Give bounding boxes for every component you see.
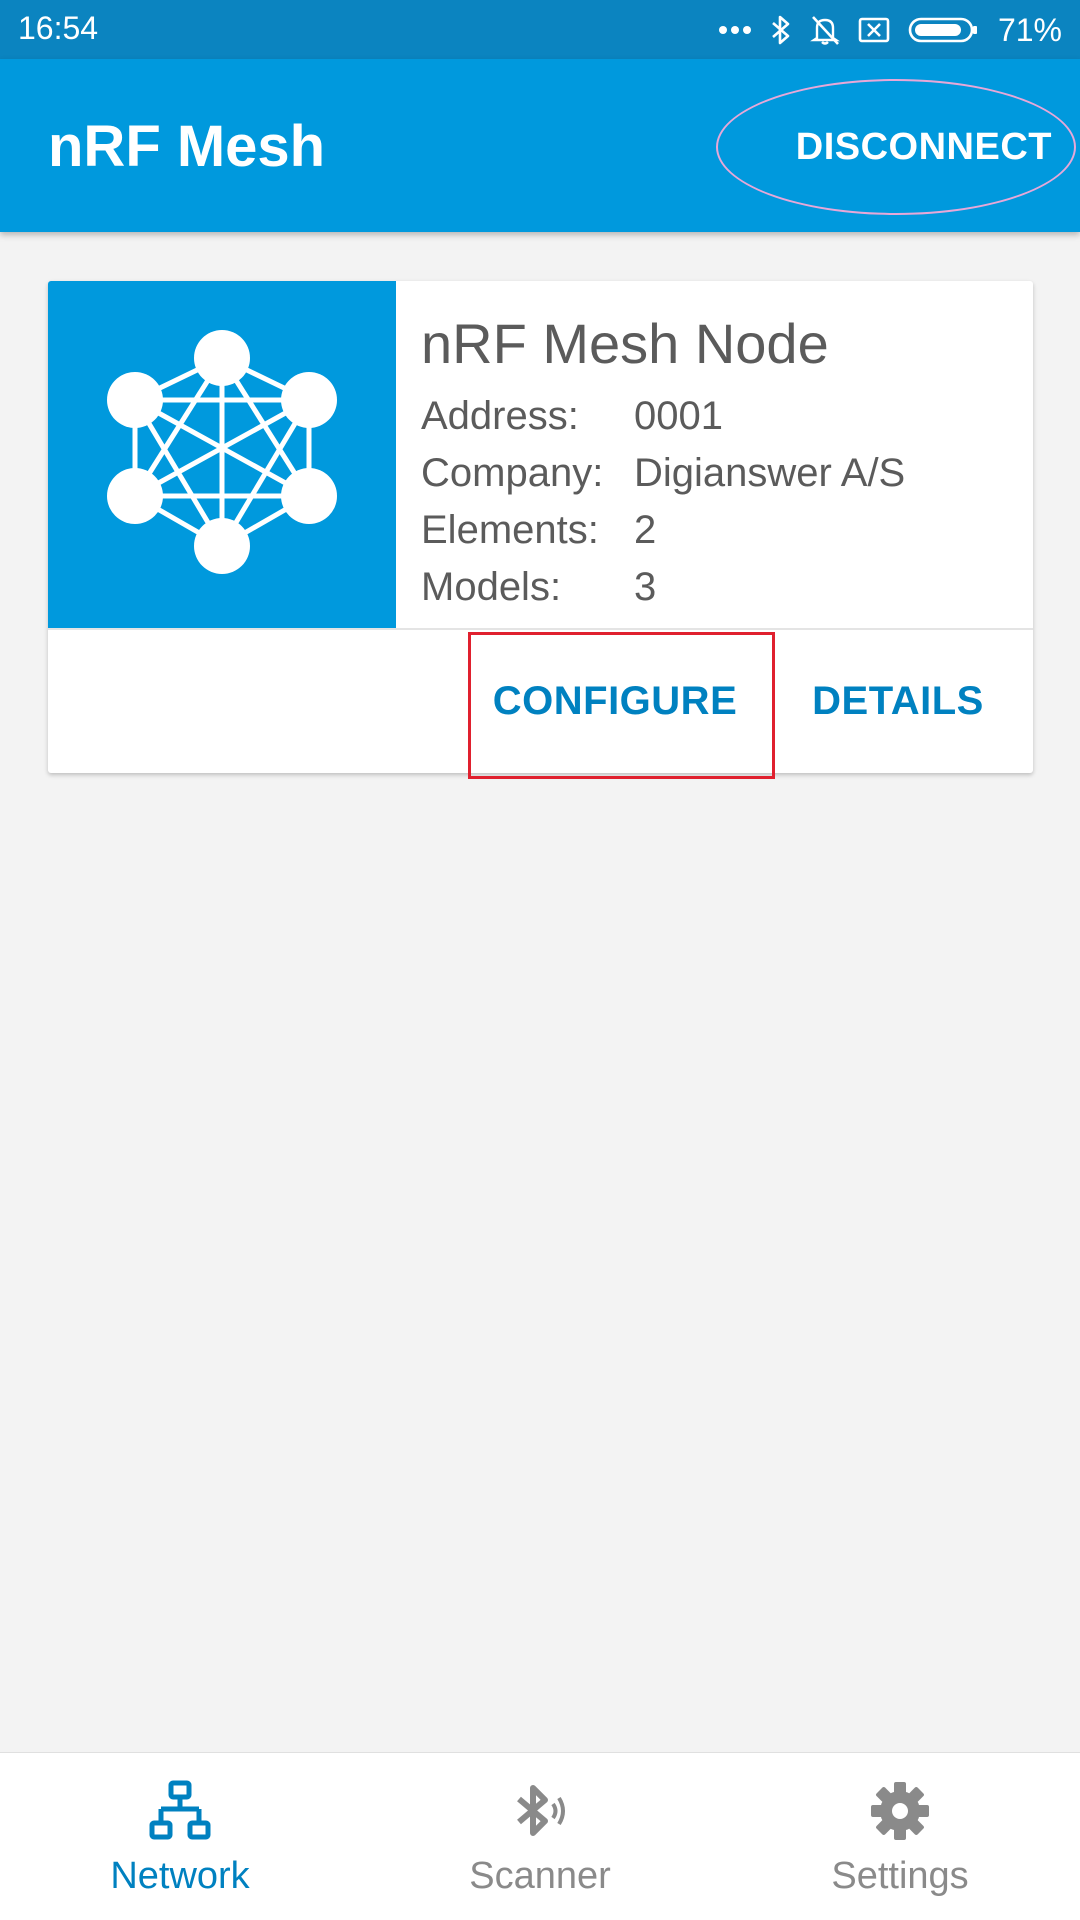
nav-label: Settings (831, 1855, 969, 1897)
status-bar: 16:54 71% (0, 0, 1080, 59)
info-value: Digianswer A/S (634, 451, 906, 495)
gear-icon (869, 1775, 931, 1847)
nav-label: Network (110, 1855, 250, 1897)
info-key: Company: (421, 451, 604, 495)
bottom-navigation: Network Scanner Settings (0, 1752, 1080, 1920)
info-row-elements: Elements: 2 (421, 502, 1011, 559)
battery-icon (908, 16, 980, 44)
bluetooth-scan-icon (509, 1775, 571, 1847)
disconnect-button[interactable]: DISCONNECT (716, 79, 1076, 215)
info-key: Models: (421, 565, 562, 609)
nav-item-settings[interactable]: Settings (720, 1753, 1080, 1920)
sim-off-icon (858, 16, 890, 44)
info-value: 0001 (634, 394, 723, 438)
app-bar: nRF Mesh DISCONNECT (0, 59, 1080, 232)
node-image (48, 281, 396, 629)
status-time: 16:54 (18, 10, 99, 46)
details-button[interactable]: DETAILS (798, 630, 998, 773)
info-key: Address: (421, 394, 579, 438)
node-info: nRF Mesh Node Address: 0001 Company: Dig… (421, 311, 1011, 616)
network-icon (149, 1775, 211, 1847)
configure-button[interactable]: CONFIGURE (465, 630, 765, 773)
more-dots-icon (718, 24, 752, 36)
node-name: nRF Mesh Node (421, 312, 829, 375)
battery-percent: 71% (997, 11, 1062, 48)
info-row-company: Company: Digianswer A/S (421, 445, 1011, 502)
nav-item-network[interactable]: Network (0, 1753, 360, 1920)
bluetooth-icon (770, 14, 792, 46)
info-value: 2 (634, 508, 657, 552)
mesh-network-icon (97, 328, 347, 583)
disconnect-label: DISCONNECT (795, 125, 1052, 168)
info-value: 3 (634, 565, 657, 609)
app-title: nRF Mesh (48, 114, 326, 179)
nav-label: Scanner (469, 1855, 611, 1897)
info-key: Elements: (421, 508, 599, 552)
notifications-off-icon (809, 14, 840, 46)
nav-item-scanner[interactable]: Scanner (360, 1753, 720, 1920)
info-row-models: Models: 3 (421, 559, 1011, 616)
info-row-address: Address: 0001 (421, 388, 1011, 445)
node-card[interactable]: nRF Mesh Node Address: 0001 Company: Dig… (48, 281, 1033, 773)
status-icons: 71% (718, 8, 1062, 52)
